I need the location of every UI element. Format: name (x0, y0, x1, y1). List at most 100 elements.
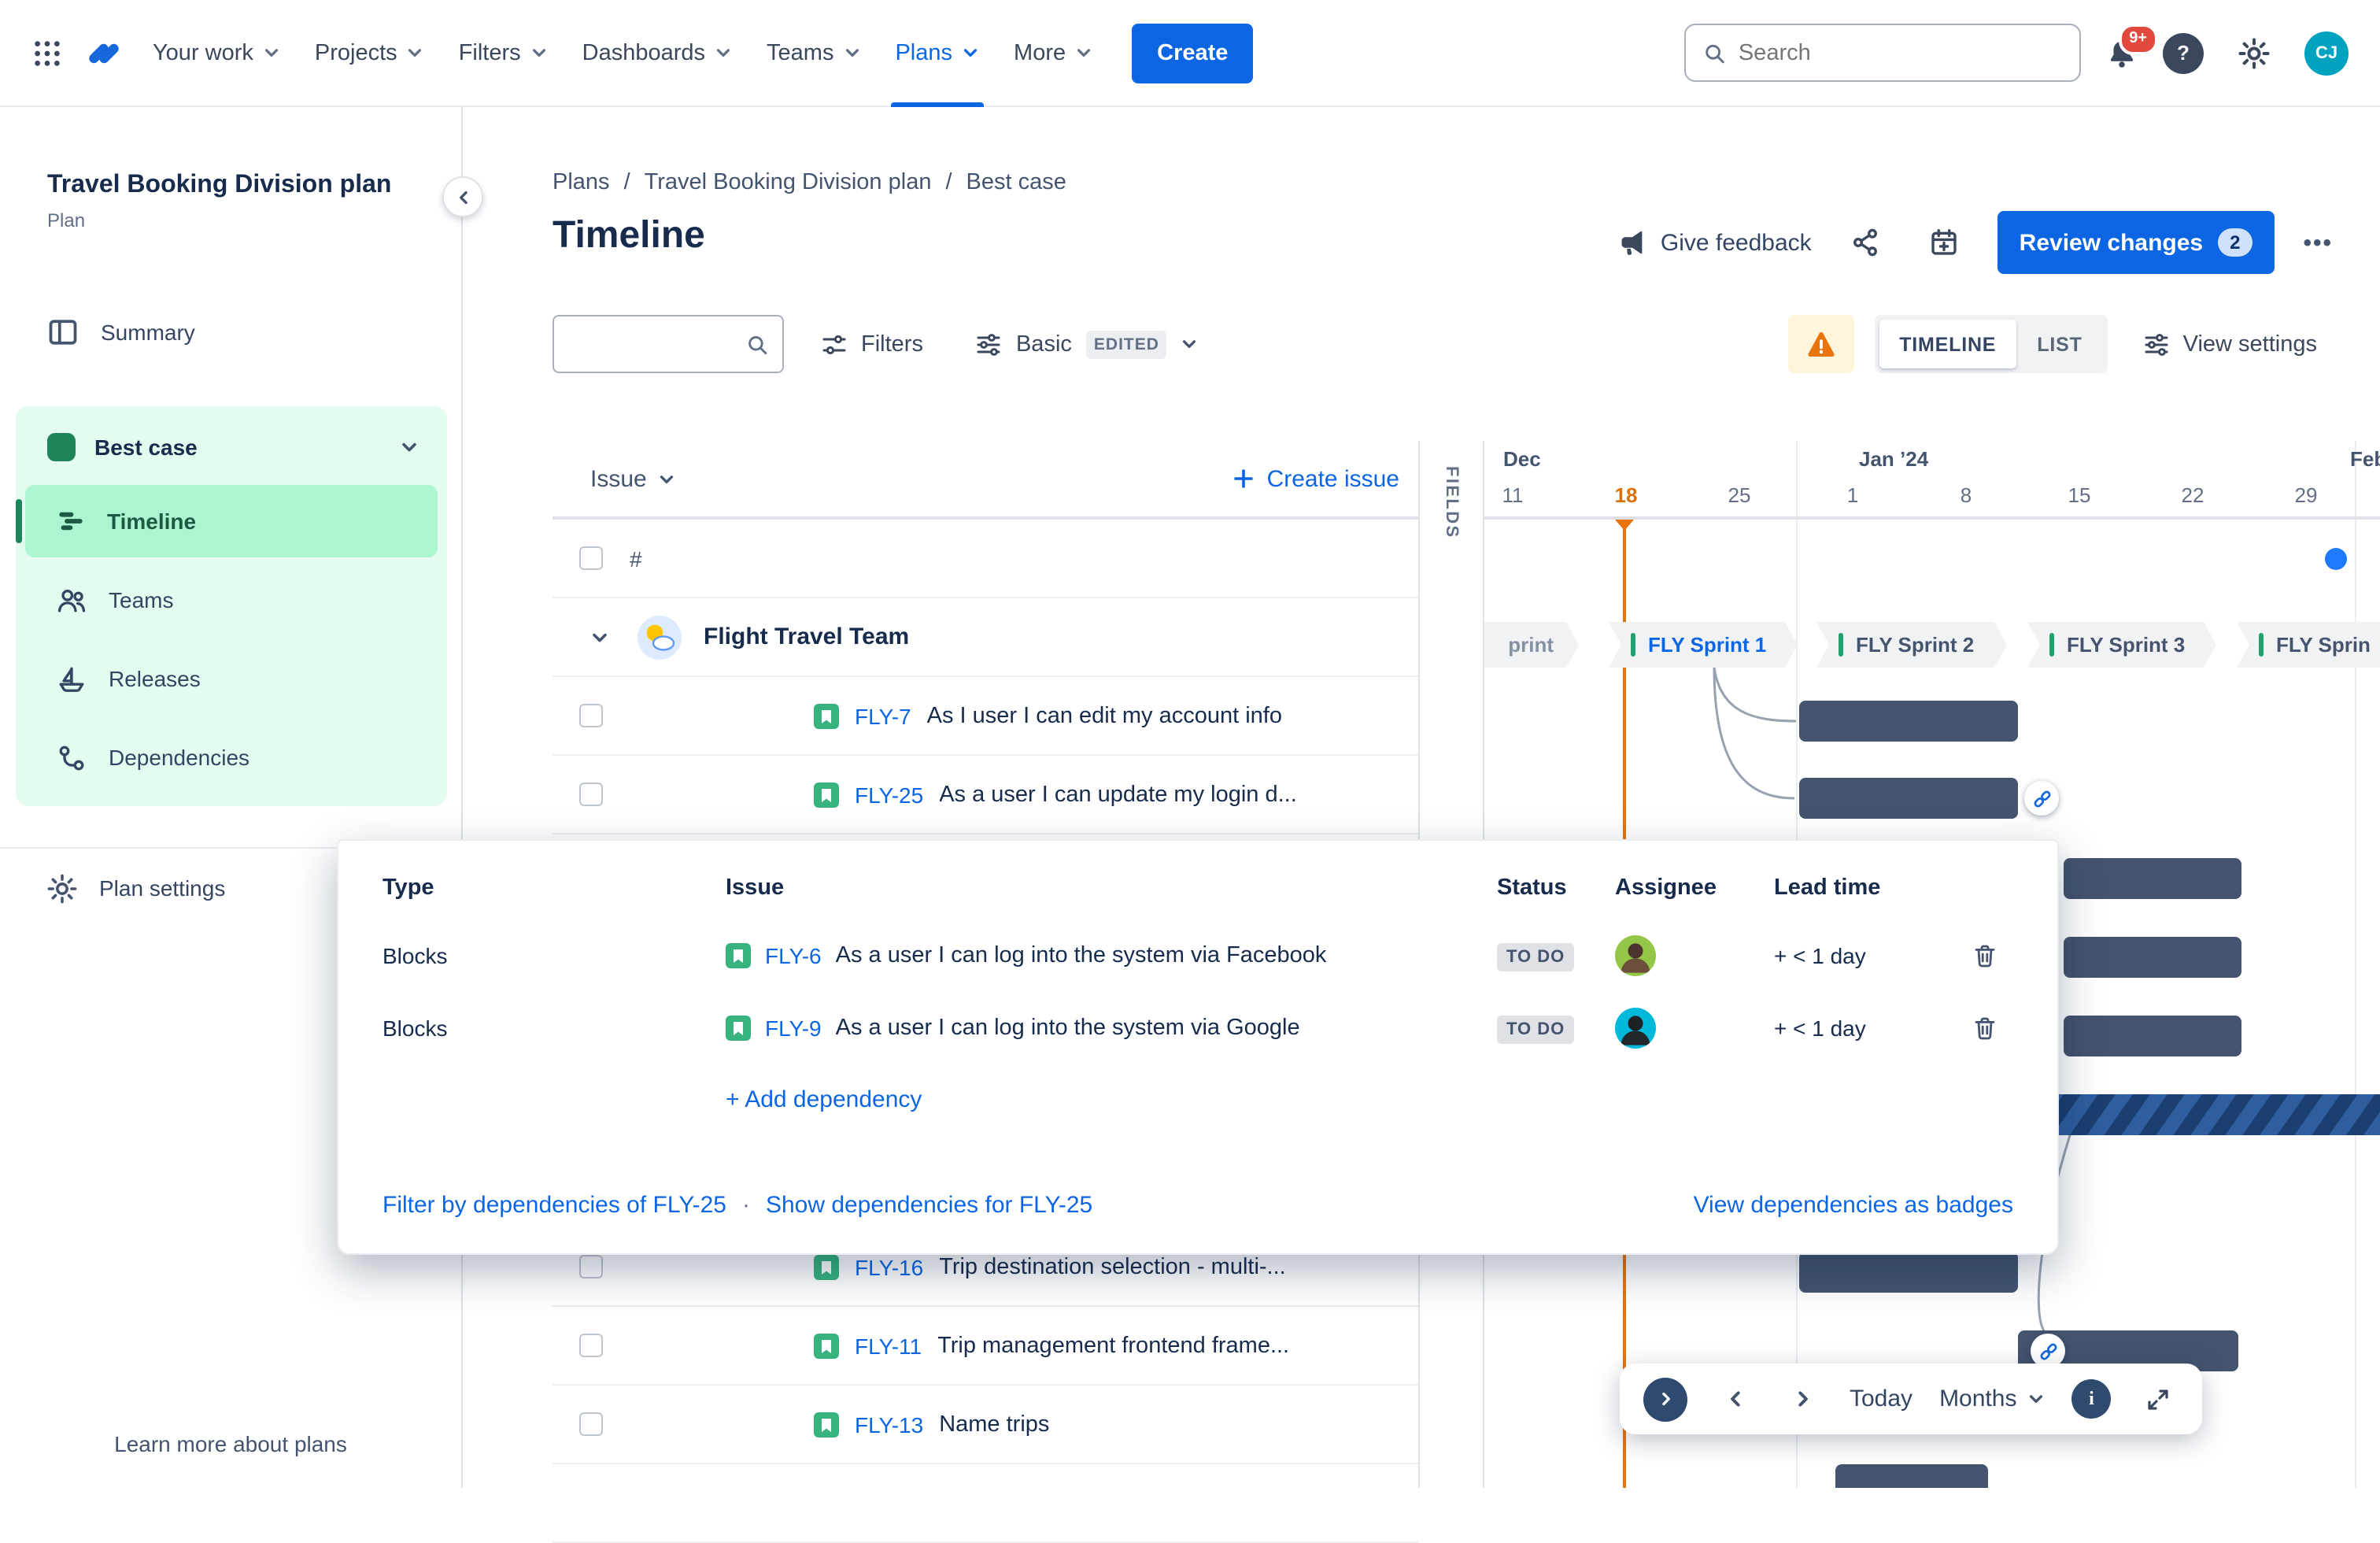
sprint-chip[interactable]: print (1484, 622, 1579, 668)
view-preset-button[interactable]: Basic EDITED (961, 315, 1214, 373)
breadcrumb-plans[interactable]: Plans (552, 170, 610, 195)
row-checkbox[interactable] (579, 704, 603, 727)
breadcrumb-plan-name[interactable]: Travel Booking Division plan (645, 170, 932, 195)
nav-projects[interactable]: Projects (298, 0, 442, 106)
issue-bar-fly-25[interactable] (1799, 778, 2018, 819)
notifications-button[interactable]: 9+ (2106, 23, 2158, 68)
sidebar-item-dependencies[interactable]: Dependencies (25, 721, 438, 794)
nav-dashboards[interactable]: Dashboards (565, 0, 749, 106)
help-button[interactable]: ? (2163, 32, 2204, 73)
issue-bar-partial[interactable] (1835, 1464, 1988, 1488)
plan-search-input[interactable] (568, 331, 746, 357)
expand-panel-button[interactable] (1643, 1377, 1687, 1421)
scroll-left-button[interactable] (1714, 1374, 1755, 1424)
trash-icon (1975, 945, 1995, 968)
sidebar-item-releases[interactable]: Releases (25, 642, 438, 715)
settings-gear-icon[interactable] (2229, 28, 2279, 78)
scenario-selector[interactable]: Best case (25, 416, 438, 479)
create-button[interactable]: Create (1132, 23, 1254, 83)
assignee-avatar[interactable] (1615, 1008, 1656, 1049)
sidebar-collapse-button[interactable] (442, 176, 483, 217)
nav-teams[interactable]: Teams (749, 0, 878, 106)
issue-row[interactable]: FLY-11 Trip management frontend frame... (552, 1307, 1418, 1386)
sprint-chip[interactable]: FLY Sprin (2237, 622, 2380, 668)
give-feedback-button[interactable]: Give feedback (1618, 228, 1812, 257)
nav-plans[interactable]: Plans (878, 0, 996, 106)
jira-logo[interactable] (79, 28, 129, 78)
add-to-calendar-button[interactable] (1919, 217, 1969, 268)
issue-key[interactable]: FLY-9 (765, 1016, 822, 1041)
row-checkbox[interactable] (579, 1412, 603, 1436)
issue-column-label: Issue (590, 465, 647, 492)
dependency-link-badge[interactable] (2024, 781, 2059, 816)
review-changes-button[interactable]: Review changes 2 (1997, 211, 2275, 274)
share-button[interactable] (1840, 217, 1890, 268)
nav-more[interactable]: More (996, 0, 1110, 106)
assignee-avatar[interactable] (1615, 935, 1656, 976)
issue-key[interactable]: FLY-25 (855, 782, 923, 807)
issue-bar[interactable] (2064, 1016, 2241, 1056)
delete-dependency-button[interactable] (1972, 943, 2016, 968)
view-dependencies-as-badges-link[interactable]: View dependencies as badges (1694, 1192, 2013, 1219)
add-dependency-link[interactable]: + Add dependency (726, 1086, 922, 1113)
issue-column-header[interactable]: Issue (590, 465, 675, 492)
sprint-chip[interactable]: FLY Sprint 3 (2027, 622, 2216, 668)
issue-key[interactable]: FLY-16 (855, 1254, 923, 1279)
nav-filters[interactable]: Filters (442, 0, 565, 106)
sidebar-item-teams[interactable]: Teams (25, 564, 438, 636)
chevron-down-icon (1183, 340, 1197, 348)
chevron-down-icon[interactable] (590, 627, 609, 646)
delete-dependency-button[interactable] (1972, 1016, 2016, 1041)
team-name[interactable]: Flight Travel Team (704, 623, 909, 650)
app-switcher-icon[interactable] (22, 28, 72, 78)
issue-bar[interactable] (2064, 937, 2241, 978)
toggle-list[interactable]: LIST (2016, 320, 2102, 368)
date-label: 11 (1502, 483, 1524, 507)
issue-row[interactable]: FLY-25 As a user I can update my login d… (552, 756, 1418, 834)
row-checkbox[interactable] (579, 783, 603, 806)
issue-bar[interactable] (2064, 858, 2241, 899)
show-dependencies-link[interactable]: Show dependencies for FLY-25 (766, 1192, 1092, 1219)
issue-key[interactable]: FLY-11 (855, 1333, 922, 1358)
filter-by-dependencies-link[interactable]: Filter by dependencies of FLY-25 (382, 1192, 726, 1219)
issue-bar-fly-16[interactable] (1799, 1252, 2018, 1293)
sidebar-item-summary[interactable]: Summary (0, 301, 449, 364)
issue-key[interactable]: FLY-7 (855, 703, 911, 728)
sprint-active-bar (1839, 633, 1843, 657)
global-search-input[interactable] (1738, 40, 2062, 65)
today-button[interactable]: Today (1850, 1386, 1913, 1412)
sidebar-item-timeline[interactable]: Timeline (16, 485, 438, 557)
learn-more-link[interactable]: Learn more about plans (0, 1431, 461, 1456)
sprint-chip[interactable]: FLY Sprint 1 (1609, 622, 1798, 668)
timeline-controls: Today Months i (1620, 1364, 2203, 1434)
select-all-checkbox[interactable] (579, 546, 603, 570)
create-issue-label: Create issue (1266, 465, 1399, 492)
info-button[interactable]: i (2071, 1379, 2112, 1419)
plan-sidebar: Travel Booking Division plan Plan Summar… (0, 107, 463, 1488)
sprint-chip[interactable]: FLY Sprint 2 (1816, 622, 2007, 668)
scroll-right-button[interactable] (1782, 1374, 1823, 1424)
sliders-icon (2145, 333, 2168, 355)
fullscreen-button[interactable] (2138, 1374, 2179, 1424)
view-settings-button[interactable]: View settings (2128, 315, 2333, 373)
epic-bar-striped[interactable] (2046, 1094, 2380, 1135)
warnings-button[interactable] (1787, 315, 1854, 373)
issue-bar-fly-7[interactable] (1799, 701, 2018, 742)
issue-row[interactable]: FLY-7 As I user I can edit my account in… (552, 677, 1418, 756)
global-search[interactable] (1684, 24, 2081, 82)
filters-button[interactable]: Filters (806, 315, 939, 373)
nav-your-work[interactable]: Your work (135, 0, 298, 106)
row-checkbox[interactable] (579, 1255, 603, 1278)
zoom-level-select[interactable]: Months (1939, 1386, 2045, 1412)
view-mode-toggle: TIMELINE LIST (1874, 315, 2108, 373)
issue-row[interactable]: FLY-13 Name trips (552, 1386, 1418, 1464)
issue-key[interactable]: FLY-13 (855, 1412, 923, 1437)
plan-search[interactable] (552, 315, 784, 373)
issue-key[interactable]: FLY-6 (765, 943, 822, 968)
more-actions-button[interactable]: ••• (2303, 229, 2333, 256)
create-issue-button[interactable]: Create issue (1232, 465, 1399, 492)
user-avatar[interactable]: CJ (2304, 31, 2349, 75)
breadcrumb-scenario[interactable]: Best case (966, 170, 1066, 195)
row-checkbox[interactable] (579, 1334, 603, 1357)
toggle-timeline[interactable]: TIMELINE (1879, 320, 2017, 368)
